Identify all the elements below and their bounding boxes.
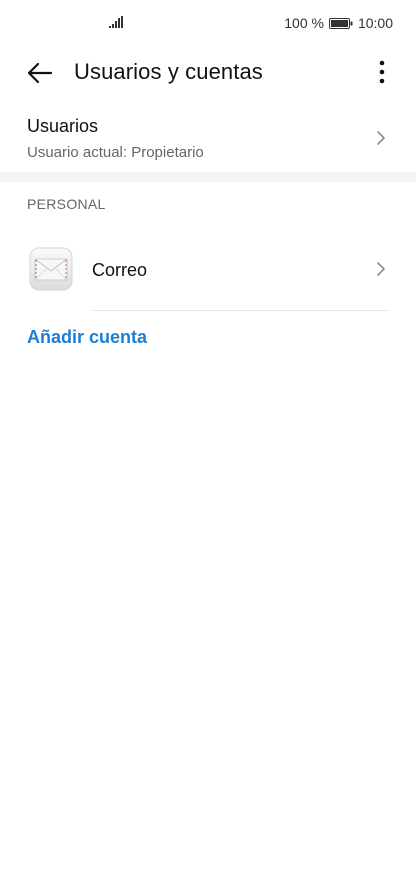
page-title: Usuarios y cuentas [74,59,263,84]
battery-icon [328,17,353,29]
app-bar: Usuarios y cuentas [0,46,416,100]
add-account-link[interactable]: Añadir cuenta [27,327,147,348]
list-item-correo[interactable]: Correo [0,234,416,308]
status-bar: 100 % 10:00 [0,0,416,46]
status-right: 100 % 10:00 [284,15,393,31]
users-subtitle: Usuario actual: Propietario [27,144,204,161]
users-item[interactable]: Usuarios Usuario actual: Propietario [0,104,416,172]
section-header-personal: PERSONAL [27,196,106,212]
clock: 10:00 [357,15,393,31]
more-vertical-icon[interactable] [372,59,392,87]
item-divider [92,310,389,311]
list-item-label: Correo [92,260,148,280]
battery-percent: 100 % [284,15,324,31]
chevron-right-icon [377,131,385,145]
back-arrow-icon[interactable] [24,58,56,88]
chevron-right-icon [377,262,385,276]
signal-icon [109,16,123,28]
users-title: Usuarios [27,116,99,136]
section-divider [0,172,416,182]
mail-icon [29,247,73,291]
